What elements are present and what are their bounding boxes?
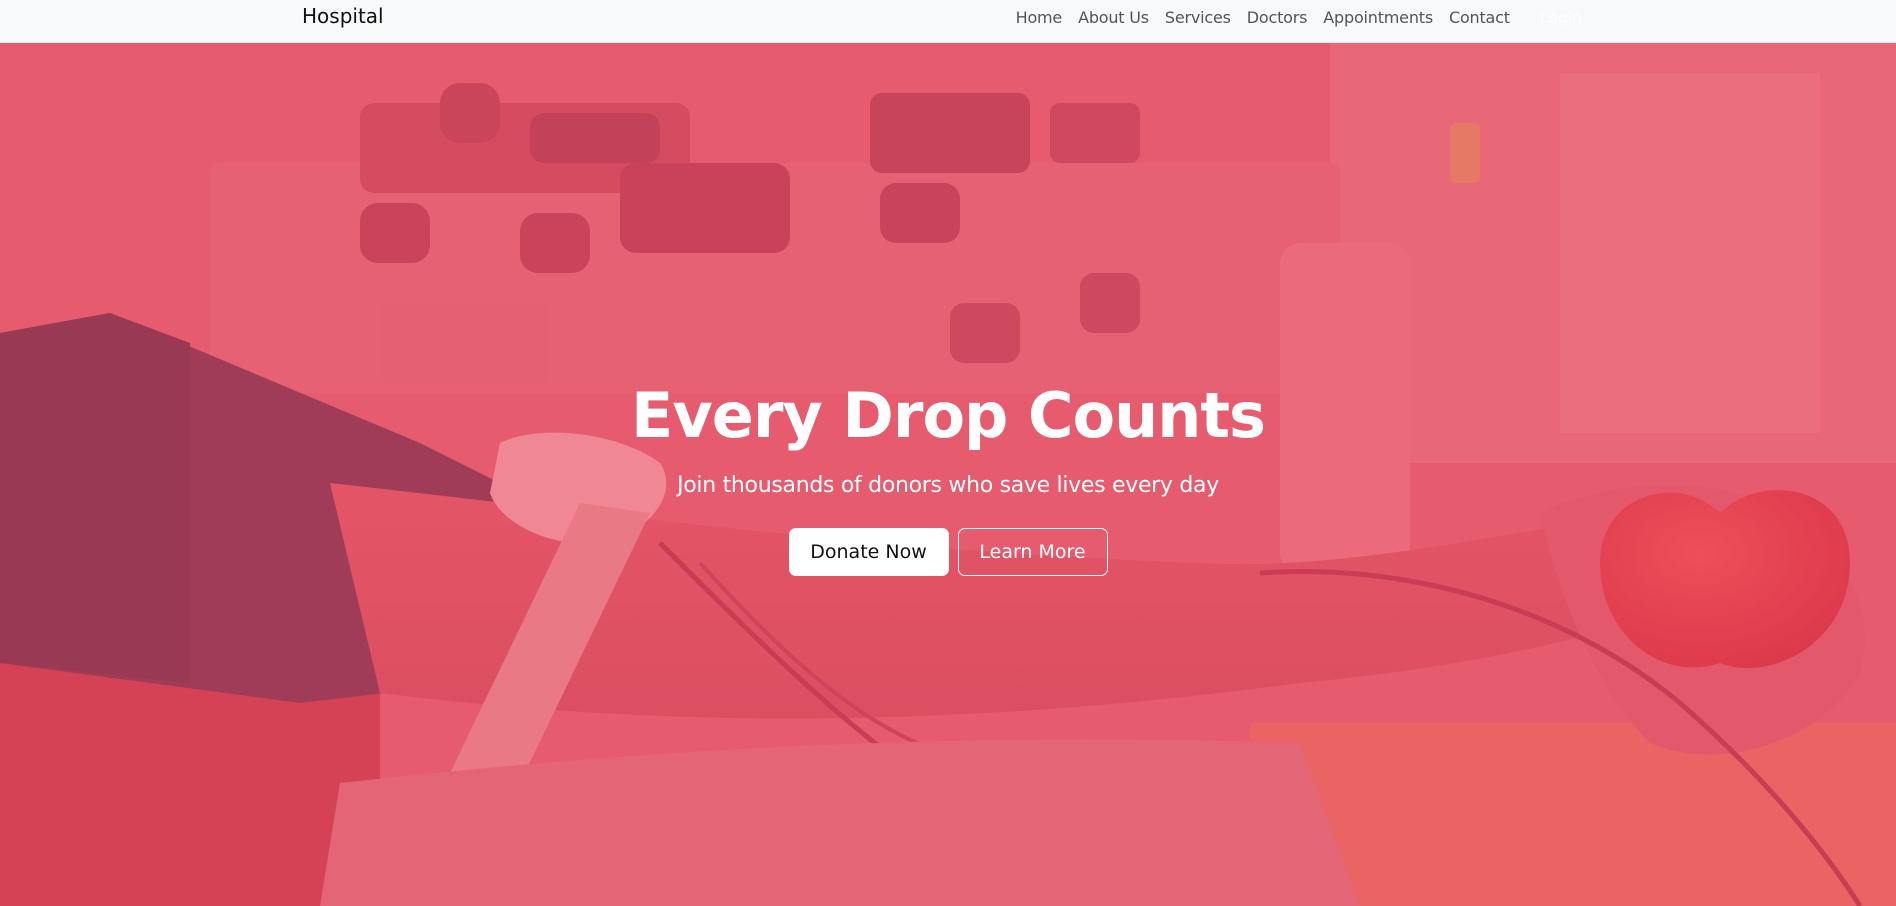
donate-now-button[interactable]: Donate Now: [788, 528, 949, 576]
top-navbar: Hospital Home About Us Services Doctors …: [0, 0, 1896, 43]
main-nav: Home About Us Services Doctors Appointme…: [1008, 5, 1590, 29]
hero-content: Every Drop Counts Join thousands of dono…: [0, 43, 1896, 906]
hero-section: Every Drop Counts Join thousands of dono…: [0, 43, 1896, 906]
nav-link-login[interactable]: Login: [1532, 8, 1590, 27]
learn-more-button[interactable]: Learn More: [957, 528, 1108, 576]
nav-link-contact[interactable]: Contact: [1441, 8, 1518, 27]
hero-button-row: Donate Now Learn More: [0, 528, 1896, 576]
hero-title: Every Drop Counts: [631, 379, 1266, 452]
nav-link-services[interactable]: Services: [1157, 8, 1239, 27]
nav-link-doctors[interactable]: Doctors: [1239, 8, 1315, 27]
brand-logo[interactable]: Hospital: [302, 4, 384, 28]
hero-subtitle: Join thousands of donors who save lives …: [677, 473, 1219, 498]
nav-link-appointments[interactable]: Appointments: [1315, 8, 1441, 27]
nav-link-about-us[interactable]: About Us: [1070, 8, 1157, 27]
nav-link-home[interactable]: Home: [1008, 8, 1070, 27]
